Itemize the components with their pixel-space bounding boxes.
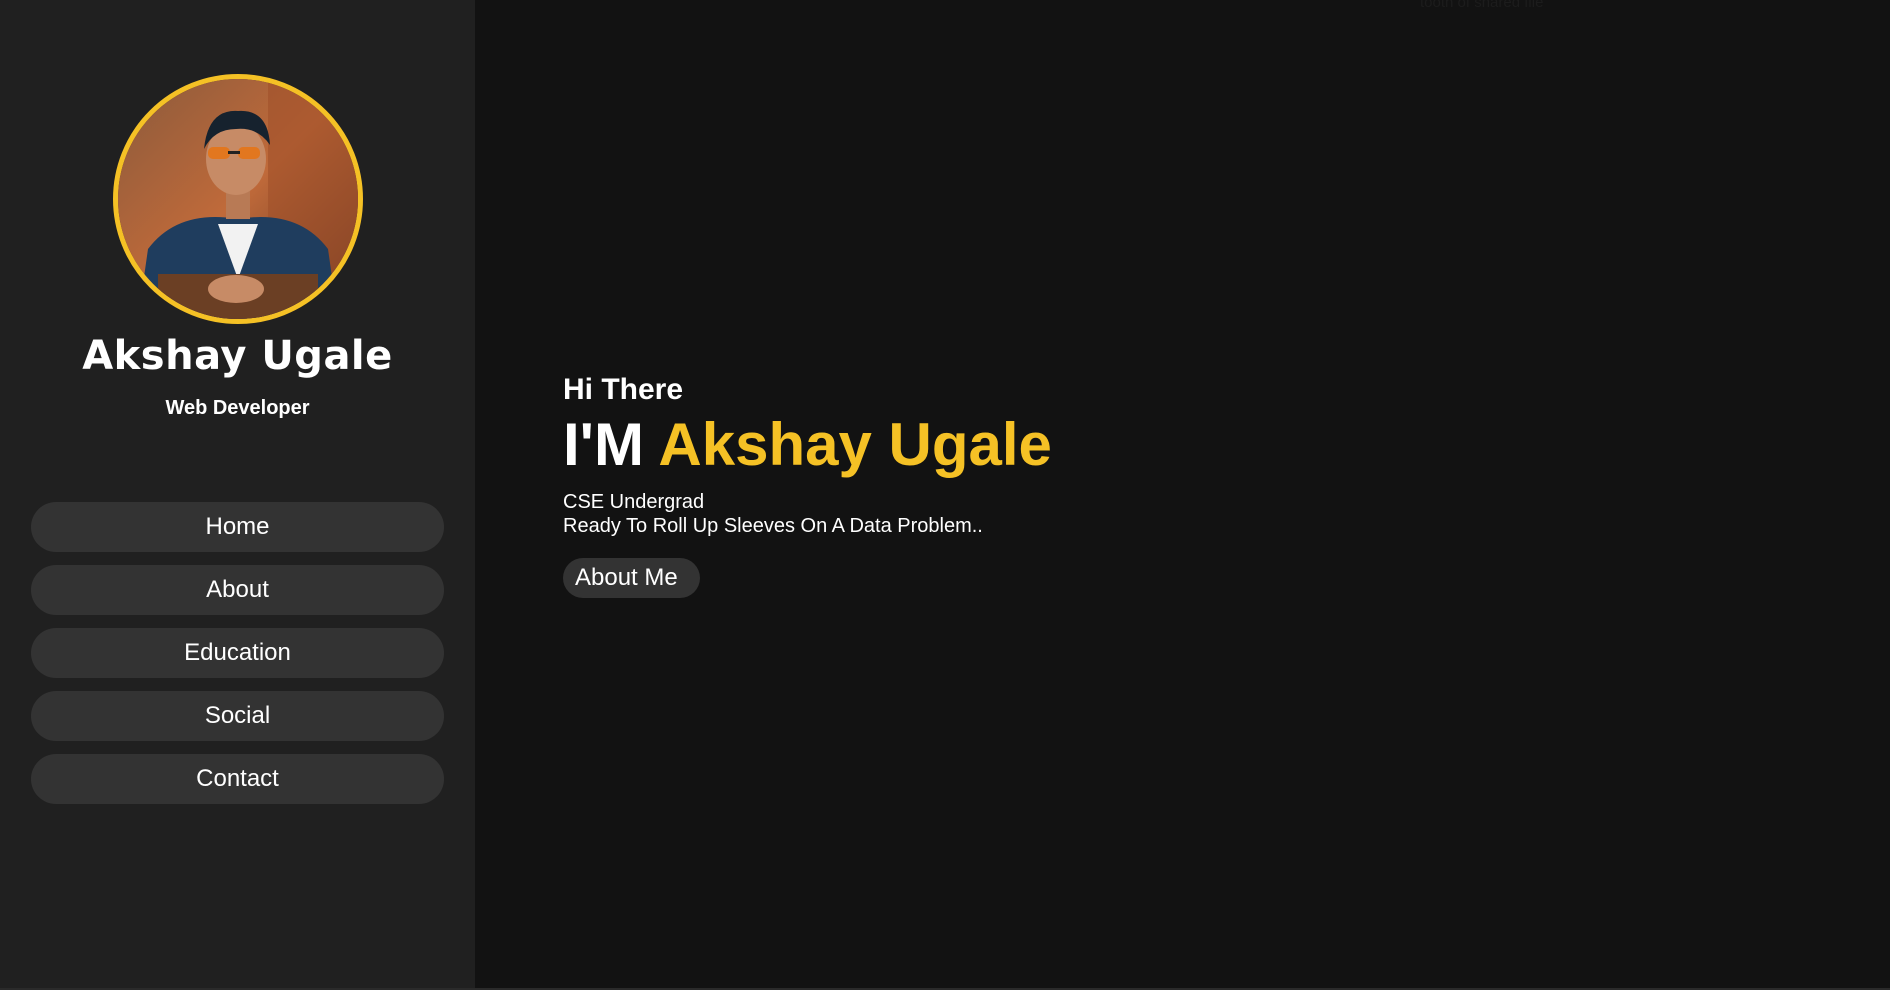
about-me-button[interactable]: About Me [563,558,700,598]
nav-item-home[interactable]: Home [31,502,444,552]
hero-name: Akshay Ugale [658,411,1052,478]
faint-background-text: tooth of shared file [1420,0,1544,11]
nav-item-contact[interactable]: Contact [31,754,444,804]
nav-item-about[interactable]: About [31,565,444,615]
profile-name: Akshay Ugale [82,333,393,379]
sidebar-nav: Home About Education Social Contact [31,502,444,817]
sidebar: Akshay Ugale Web Developer Home About Ed… [0,0,475,990]
profile-role: Web Developer [165,397,310,419]
hero-tagline: CSE Undergrad Ready To Roll Up Sleeves O… [563,490,1052,538]
hero-prefix: I'M [563,411,644,478]
hero-tagline-line-2: Ready To Roll Up Sleeves On A Data Probl… [563,515,983,537]
avatar [113,74,363,324]
hero-headline: I'M Akshay Ugale [563,410,1052,480]
nav-item-education[interactable]: Education [31,628,444,678]
hero-section: Hi There I'M Akshay Ugale CSE Undergrad … [563,372,1052,598]
hero-tagline-line-1: CSE Undergrad [563,491,705,513]
nav-item-social[interactable]: Social [31,691,444,741]
hero-greeting: Hi There [563,373,684,406]
profile-photo [118,79,358,319]
